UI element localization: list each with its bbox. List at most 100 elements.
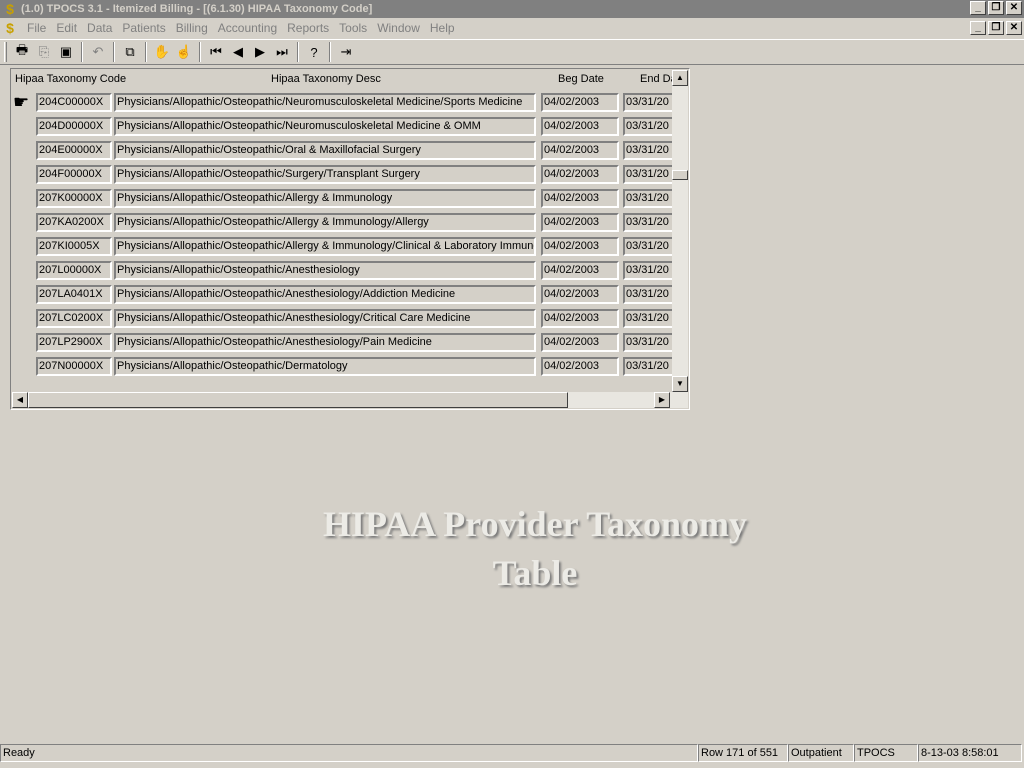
desc-cell[interactable]: Physicians/Allopathic/Osteopathic/Dermat… <box>114 357 536 376</box>
document-dollar-icon[interactable]: $ <box>2 20 18 36</box>
beg-date-cell[interactable]: 04/02/2003 <box>541 357 619 376</box>
code-cell[interactable]: 204F00000X <box>36 165 112 184</box>
table-row[interactable]: 204E00000X Physicians/Allopathic/Osteopa… <box>12 139 672 163</box>
table-row[interactable]: 207N00000X Physicians/Allopathic/Osteopa… <box>12 355 672 379</box>
beg-date-cell[interactable]: 04/02/2003 <box>541 165 619 184</box>
desc-cell[interactable]: Physicians/Allopathic/Osteopathic/Neurom… <box>114 117 536 136</box>
vertical-scrollbar[interactable]: ▲ ▼ <box>672 70 688 392</box>
end-date-cell[interactable]: 03/31/20 <box>623 261 672 280</box>
end-date-cell[interactable]: 03/31/20 <box>623 165 672 184</box>
code-cell[interactable]: 204D00000X <box>36 117 112 136</box>
end-date-cell[interactable]: 03/31/20 <box>623 117 672 136</box>
end-date-cell[interactable]: 03/31/20 <box>623 333 672 352</box>
code-cell[interactable]: 204E00000X <box>36 141 112 160</box>
previous-record-icon[interactable]: ◀ <box>227 41 249 63</box>
beg-date-cell[interactable]: 04/02/2003 <box>541 93 619 112</box>
table-row[interactable]: 207L00000X Physicians/Allopathic/Osteopa… <box>12 259 672 283</box>
doc-close-button[interactable]: ✕ <box>1006 21 1022 35</box>
beg-date-cell[interactable]: 04/02/2003 <box>541 189 619 208</box>
toolbar-grip[interactable] <box>4 42 7 62</box>
app-dollar-icon[interactable]: $ <box>2 1 18 17</box>
code-cell[interactable]: 207LP2900X <box>36 333 112 352</box>
menu-accounting[interactable]: Accounting <box>213 21 282 35</box>
table-row[interactable]: 204D00000X Physicians/Allopathic/Osteopa… <box>12 115 672 139</box>
minimize-button[interactable]: _ <box>970 1 986 15</box>
beg-date-cell[interactable]: 04/02/2003 <box>541 261 619 280</box>
desc-cell[interactable]: Physicians/Allopathic/Osteopathic/Allerg… <box>114 237 536 256</box>
exit-icon[interactable]: ⇥ <box>335 41 357 63</box>
table-row[interactable]: 207KI0005X Physicians/Allopathic/Osteopa… <box>12 235 672 259</box>
table-row[interactable]: 207K00000X Physicians/Allopathic/Osteopa… <box>12 187 672 211</box>
hand-search-icon[interactable]: ☝ <box>173 41 195 63</box>
undo-icon[interactable]: ↶ <box>87 41 109 63</box>
beg-date-cell[interactable]: 04/02/2003 <box>541 333 619 352</box>
code-cell[interactable]: 207L00000X <box>36 261 112 280</box>
end-date-cell[interactable]: 03/31/20 <box>623 285 672 304</box>
scroll-left-icon[interactable]: ◀ <box>12 392 28 408</box>
code-cell[interactable]: 207LA0401X <box>36 285 112 304</box>
beg-date-cell[interactable]: 04/02/2003 <box>541 309 619 328</box>
menu-reports[interactable]: Reports <box>282 21 334 35</box>
table-row[interactable]: 204F00000X Physicians/Allopathic/Osteopa… <box>12 163 672 187</box>
menu-tools[interactable]: Tools <box>334 21 372 35</box>
scroll-up-icon[interactable]: ▲ <box>672 70 688 86</box>
end-date-cell[interactable]: 03/31/20 <box>623 93 672 112</box>
end-date-cell[interactable]: 03/31/20 <box>623 213 672 232</box>
end-date-cell[interactable]: 03/31/20 <box>623 237 672 256</box>
menu-billing[interactable]: Billing <box>171 21 213 35</box>
beg-date-cell[interactable]: 04/02/2003 <box>541 285 619 304</box>
beg-date-cell[interactable]: 04/02/2003 <box>541 141 619 160</box>
beg-date-cell[interactable]: 04/02/2003 <box>541 117 619 136</box>
end-date-cell[interactable]: 03/31/20 <box>623 357 672 376</box>
code-cell[interactable]: 207KA0200X <box>36 213 112 232</box>
duplicate-icon[interactable]: ⧉ <box>119 41 141 63</box>
doc-minimize-button[interactable]: _ <box>970 21 986 35</box>
print-preview-icon[interactable]: ⎘ <box>33 41 55 63</box>
table-row[interactable]: 207LP2900X Physicians/Allopathic/Osteopa… <box>12 331 672 355</box>
code-cell[interactable]: 207KI0005X <box>36 237 112 256</box>
horizontal-scrollbar[interactable]: ◀ ▶ <box>12 392 688 408</box>
desc-cell[interactable]: Physicians/Allopathic/Osteopathic/Allerg… <box>114 189 536 208</box>
menu-file[interactable]: File <box>22 21 51 35</box>
table-row[interactable]: ☛ 204C00000X Physicians/Allopathic/Osteo… <box>12 91 672 115</box>
first-record-icon[interactable]: ⏮ <box>205 41 227 63</box>
beg-date-cell[interactable]: 04/02/2003 <box>541 237 619 256</box>
beg-date-cell[interactable]: 04/02/2003 <box>541 213 619 232</box>
desc-cell[interactable]: Physicians/Allopathic/Osteopathic/Neurom… <box>114 93 536 112</box>
scroll-down-icon[interactable]: ▼ <box>672 376 688 392</box>
code-cell[interactable]: 207N00000X <box>36 357 112 376</box>
print-icon[interactable]: 🖶 <box>11 41 33 63</box>
desc-cell[interactable]: Physicians/Allopathic/Osteopathic/Anesth… <box>114 261 536 280</box>
table-row[interactable]: 207KA0200X Physicians/Allopathic/Osteopa… <box>12 211 672 235</box>
help-icon[interactable]: ? <box>303 41 325 63</box>
code-cell[interactable]: 207K00000X <box>36 189 112 208</box>
menu-help[interactable]: Help <box>425 21 460 35</box>
end-date-cell[interactable]: 03/31/20 <box>623 309 672 328</box>
menu-edit[interactable]: Edit <box>51 21 82 35</box>
scroll-right-icon[interactable]: ▶ <box>654 392 670 408</box>
end-date-cell[interactable]: 03/31/20 <box>623 141 672 160</box>
last-record-icon[interactable]: ⏭ <box>271 41 293 63</box>
vertical-scroll-thumb[interactable] <box>672 170 688 180</box>
desc-cell[interactable]: Physicians/Allopathic/Osteopathic/Anesth… <box>114 285 536 304</box>
menu-window[interactable]: Window <box>372 21 425 35</box>
menu-patients[interactable]: Patients <box>117 21 170 35</box>
next-record-icon[interactable]: ▶ <box>249 41 271 63</box>
code-cell[interactable]: 207LC0200X <box>36 309 112 328</box>
horizontal-scroll-thumb[interactable] <box>28 392 568 408</box>
desc-cell[interactable]: Physicians/Allopathic/Osteopathic/Allerg… <box>114 213 536 232</box>
desc-cell[interactable]: Physicians/Allopathic/Osteopathic/Oral &… <box>114 141 536 160</box>
end-date-cell[interactable]: 03/31/20 <box>623 189 672 208</box>
doc-restore-button[interactable]: ❐ <box>988 21 1004 35</box>
hand-icon[interactable]: ✋ <box>151 41 173 63</box>
code-cell[interactable]: 204C00000X <box>36 93 112 112</box>
table-row[interactable]: 207LC0200X Physicians/Allopathic/Osteopa… <box>12 307 672 331</box>
close-button[interactable]: ✕ <box>1006 1 1022 15</box>
table-row[interactable]: 207LA0401X Physicians/Allopathic/Osteopa… <box>12 283 672 307</box>
desc-cell[interactable]: Physicians/Allopathic/Osteopathic/Anesth… <box>114 309 536 328</box>
desc-cell[interactable]: Physicians/Allopathic/Osteopathic/Surger… <box>114 165 536 184</box>
restore-button[interactable]: ❐ <box>988 1 1004 15</box>
desc-cell[interactable]: Physicians/Allopathic/Osteopathic/Anesth… <box>114 333 536 352</box>
save-icon[interactable]: ▣ <box>55 41 77 63</box>
menu-data[interactable]: Data <box>82 21 117 35</box>
